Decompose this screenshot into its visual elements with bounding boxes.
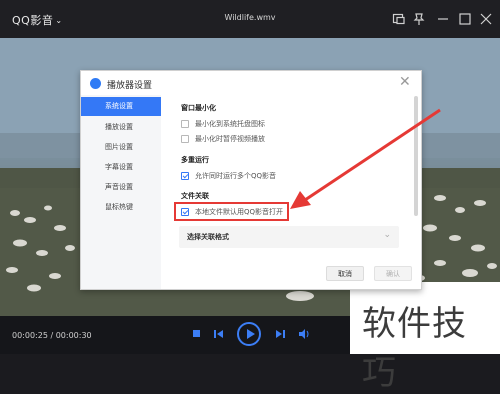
annotation-arrow — [290, 108, 441, 209]
